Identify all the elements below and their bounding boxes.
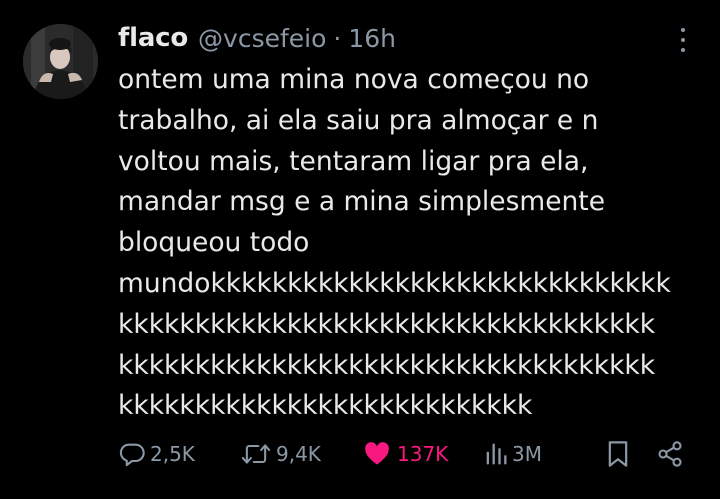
- views-icon: [484, 440, 508, 468]
- share-button[interactable]: [656, 436, 684, 472]
- display-name[interactable]: flaco: [118, 23, 188, 53]
- heart-icon: [363, 440, 391, 468]
- retweet-button[interactable]: 9,4K: [240, 436, 321, 472]
- tweet-text-line: ontem uma mina nova começou no: [118, 64, 590, 95]
- views-count: 3M: [512, 442, 542, 466]
- tweet-text-line: mundokkkkkkkkkkkkkkkkkkkkkkkkkkkkkk: [118, 267, 671, 299]
- retweet-count: 9,4K: [276, 442, 321, 466]
- bookmark-icon: [606, 440, 630, 468]
- more-dot: [681, 38, 685, 42]
- separator-dot: ·: [333, 23, 342, 53]
- tweet-text-line: bloqueou todo: [118, 227, 310, 259]
- action-bar: 2,5K 9,4K 137K 3M: [0, 436, 720, 476]
- tweet-text-line: trabalho, ai ela saiu pra almoçar e n: [118, 104, 599, 136]
- more-dot: [681, 28, 685, 32]
- tweet: flaco @vcsefeio · 16h ontem uma mina nov…: [0, 0, 720, 499]
- tweet-text-line: kkkkkkkkkkkkkkkkkkkkkkkkkkkkkkkkkkk: [118, 308, 656, 340]
- views-button[interactable]: 3M: [484, 436, 542, 472]
- avatar[interactable]: [23, 24, 98, 99]
- more-icon[interactable]: [672, 26, 694, 54]
- user-handle[interactable]: @vcsefeio: [198, 24, 326, 53]
- tweet-header: flaco @vcsefeio · 16h: [118, 18, 396, 58]
- tweet-text-line: kkkkkkkkkkkkkkkkkkkkkkkkkkkkkkkkkkk: [118, 349, 656, 381]
- tweet-text: ontem uma mina nova começou no trabalho,…: [118, 60, 710, 427]
- timestamp[interactable]: 16h: [348, 24, 396, 53]
- share-icon: [656, 440, 684, 468]
- retweet-icon: [240, 440, 272, 468]
- reply-icon: [118, 440, 146, 468]
- like-button[interactable]: 137K: [363, 436, 448, 472]
- bookmark-button[interactable]: [606, 436, 630, 472]
- tweet-text-line: mandar msg e a mina simplesmente: [118, 186, 606, 218]
- tweet-text-line: kkkkkkkkkkkkkkkkkkkkkkkkkkk: [118, 390, 533, 422]
- tweet-text-line: voltou mais, tentaram ligar pra ela,: [118, 145, 589, 177]
- like-count: 137K: [397, 442, 449, 466]
- reply-count: 2,5K: [150, 442, 195, 466]
- reply-button[interactable]: 2,5K: [118, 436, 195, 472]
- more-dot: [681, 48, 685, 52]
